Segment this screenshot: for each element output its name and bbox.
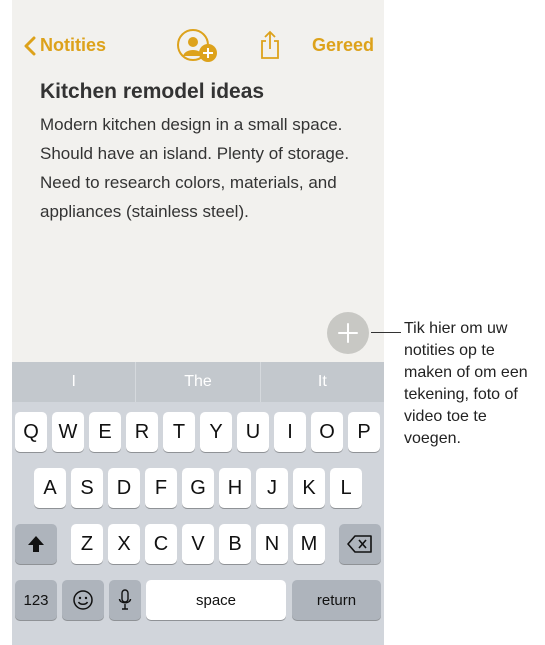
note-area[interactable]: Notities Gereed Kitchen remodel ideas Mo… bbox=[12, 0, 384, 362]
key-r[interactable]: R bbox=[126, 412, 158, 452]
delete-key[interactable] bbox=[339, 524, 381, 564]
return-key[interactable]: return bbox=[292, 580, 381, 620]
key-i[interactable]: I bbox=[274, 412, 306, 452]
numbers-key[interactable]: 123 bbox=[15, 580, 57, 620]
share-button[interactable] bbox=[259, 30, 281, 60]
key-n[interactable]: N bbox=[256, 524, 288, 564]
key-e[interactable]: E bbox=[89, 412, 121, 452]
key-d[interactable]: D bbox=[108, 468, 140, 508]
add-person-button[interactable] bbox=[176, 29, 220, 63]
emoji-key[interactable] bbox=[62, 580, 104, 620]
key-z[interactable]: Z bbox=[71, 524, 103, 564]
shift-key[interactable] bbox=[15, 524, 57, 564]
key-j[interactable]: J bbox=[256, 468, 288, 508]
key-g[interactable]: G bbox=[182, 468, 214, 508]
callout-line bbox=[371, 332, 401, 333]
key-y[interactable]: Y bbox=[200, 412, 232, 452]
chevron-left-icon bbox=[24, 36, 36, 55]
suggestion-1[interactable]: I bbox=[12, 362, 135, 402]
key-o[interactable]: O bbox=[311, 412, 343, 452]
key-l[interactable]: L bbox=[330, 468, 362, 508]
note-title[interactable]: Kitchen remodel ideas bbox=[40, 80, 264, 104]
key-x[interactable]: X bbox=[108, 524, 140, 564]
back-button[interactable]: Notities bbox=[24, 35, 106, 56]
suggestion-3[interactable]: It bbox=[261, 362, 384, 402]
keyboard: Q W E R T Y U I O P A S D F G H J K L Z … bbox=[12, 402, 384, 645]
key-a[interactable]: A bbox=[34, 468, 66, 508]
key-m[interactable]: M bbox=[293, 524, 325, 564]
suggestion-2[interactable]: The bbox=[136, 362, 259, 402]
key-u[interactable]: U bbox=[237, 412, 269, 452]
key-w[interactable]: W bbox=[52, 412, 84, 452]
emoji-icon bbox=[73, 590, 93, 610]
done-button[interactable]: Gereed bbox=[312, 35, 374, 56]
shift-icon bbox=[28, 536, 44, 552]
predictive-bar: I The It bbox=[12, 362, 384, 402]
back-label: Notities bbox=[40, 35, 107, 55]
key-k[interactable]: K bbox=[293, 468, 325, 508]
key-p[interactable]: P bbox=[348, 412, 380, 452]
key-t[interactable]: T bbox=[163, 412, 195, 452]
key-h[interactable]: H bbox=[219, 468, 251, 508]
phone-screen: Notities Gereed Kitchen remodel ideas Mo… bbox=[12, 0, 384, 645]
plus-button[interactable] bbox=[327, 312, 369, 354]
microphone-icon bbox=[118, 589, 132, 610]
key-v[interactable]: V bbox=[182, 524, 214, 564]
key-f[interactable]: F bbox=[145, 468, 177, 508]
microphone-key[interactable] bbox=[109, 580, 141, 620]
note-body[interactable]: Modern kitchen design in a small space. … bbox=[40, 110, 375, 226]
callout-text: Tik hier om uw notities op te maken of o… bbox=[404, 320, 528, 447]
delete-icon bbox=[347, 535, 372, 553]
navigation-bar: Notities Gereed bbox=[12, 22, 384, 66]
share-icon bbox=[261, 30, 279, 59]
key-q[interactable]: Q bbox=[15, 412, 47, 452]
add-person-icon bbox=[177, 29, 217, 62]
space-key[interactable]: space bbox=[146, 580, 286, 620]
key-s[interactable]: S bbox=[71, 468, 103, 508]
key-c[interactable]: C bbox=[145, 524, 177, 564]
key-b[interactable]: B bbox=[219, 524, 251, 564]
